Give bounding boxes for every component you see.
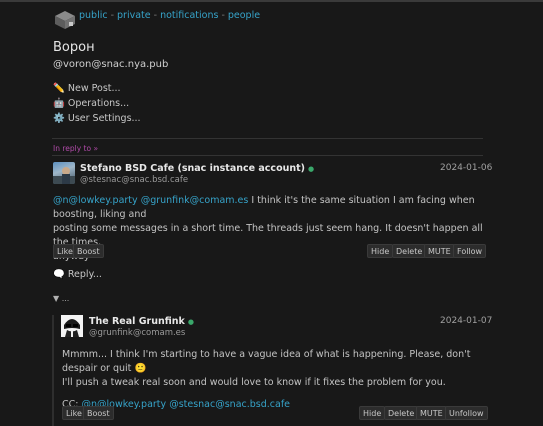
boost-button[interactable]: Boost xyxy=(73,244,104,258)
collapse-label: ... xyxy=(61,294,70,303)
nav-public[interactable]: public xyxy=(79,10,108,21)
new-post-menu-item[interactable]: ✏️ New Post... xyxy=(53,83,121,94)
top-nav: public - private - notifications - people xyxy=(79,10,260,21)
nav-people[interactable]: people xyxy=(228,10,260,21)
in-reply-to-link[interactable]: In reply to » xyxy=(53,144,98,153)
instance-logo xyxy=(54,10,76,30)
new-post-label: New Post... xyxy=(67,83,121,94)
mention-link[interactable]: @grunfink@comam.es xyxy=(141,195,249,206)
post-date[interactable]: 2024-01-07 xyxy=(440,316,492,326)
author-name: Stefano BSD Cafe (snac instance account) xyxy=(80,163,305,174)
post-author-account: @stesnac@snac.bsd.cafe xyxy=(80,175,189,185)
hide-button[interactable]: Hide xyxy=(359,406,386,420)
avatar[interactable] xyxy=(53,162,75,184)
mute-button[interactable]: MUTE xyxy=(424,244,455,258)
divider xyxy=(52,155,483,156)
delete-button[interactable]: Delete xyxy=(384,406,419,420)
speech-bubble-icon: 🗨️ xyxy=(53,269,65,280)
content-line: Mmmm... I think I'm starting to have a v… xyxy=(62,348,482,376)
pencil-icon: ✏️ xyxy=(53,83,65,94)
online-dot-icon: ● xyxy=(187,318,194,326)
profile-name: Ворон xyxy=(53,40,95,55)
operations-label: Operations... xyxy=(67,98,130,109)
unfollow-button[interactable]: Unfollow xyxy=(445,406,488,420)
nav-separator: - xyxy=(221,10,225,21)
follow-button[interactable]: Follow xyxy=(453,244,487,258)
boost-button[interactable]: Boost xyxy=(83,406,114,420)
content-line: I'll push a tweak real soon and would lo… xyxy=(62,377,446,388)
online-dot-icon: ● xyxy=(308,165,315,173)
reply-link[interactable]: 🗨️ Reply... xyxy=(53,269,102,280)
content-line: @n@lowkey.party @grunfink@comam.es I thi… xyxy=(53,194,485,222)
profile-handle: @voron@snac.nya.pub xyxy=(53,59,169,70)
nav-notifications[interactable]: notifications xyxy=(160,10,218,21)
post-author-account: @grunfink@comam.es xyxy=(89,328,186,338)
mention-link[interactable]: @n@lowkey.party xyxy=(53,195,138,206)
robot-icon: 🤖 xyxy=(53,98,65,109)
nav-private[interactable]: private xyxy=(117,10,151,21)
triangle-down-icon: ▼ xyxy=(53,294,60,303)
reply-label: Reply... xyxy=(67,269,102,280)
post-author[interactable]: The Real Grunfink ● xyxy=(89,316,194,327)
gear-icon: ⚙️ xyxy=(53,113,65,124)
nav-separator: - xyxy=(110,10,115,21)
nav-separator: - xyxy=(153,10,158,21)
operations-menu-item[interactable]: 🤖 Operations... xyxy=(53,98,129,109)
post-author[interactable]: Stefano BSD Cafe (snac instance account)… xyxy=(80,163,314,174)
author-name: The Real Grunfink xyxy=(89,316,185,327)
thread-collapse-toggle[interactable]: ▼ ... xyxy=(53,294,69,303)
delete-button[interactable]: Delete xyxy=(392,244,427,258)
avatar[interactable] xyxy=(61,315,83,337)
user-settings-label: User Settings... xyxy=(67,113,141,124)
mute-button[interactable]: MUTE xyxy=(416,406,447,420)
mention-link[interactable]: @stesnac@snac.bsd.cafe xyxy=(169,399,290,410)
content-text: Mmmm... I think I'm starting to have a v… xyxy=(62,349,471,374)
divider xyxy=(52,138,483,139)
post-date[interactable]: 2024-01-06 xyxy=(440,163,492,173)
user-settings-menu-item[interactable]: ⚙️ User Settings... xyxy=(53,113,141,124)
post-content: Mmmm... I think I'm starting to have a v… xyxy=(62,348,482,412)
slightly-smiling-emoji-icon: 🙂 xyxy=(134,363,147,374)
thread-indent-line xyxy=(52,315,54,426)
hide-button[interactable]: Hide xyxy=(367,244,394,258)
